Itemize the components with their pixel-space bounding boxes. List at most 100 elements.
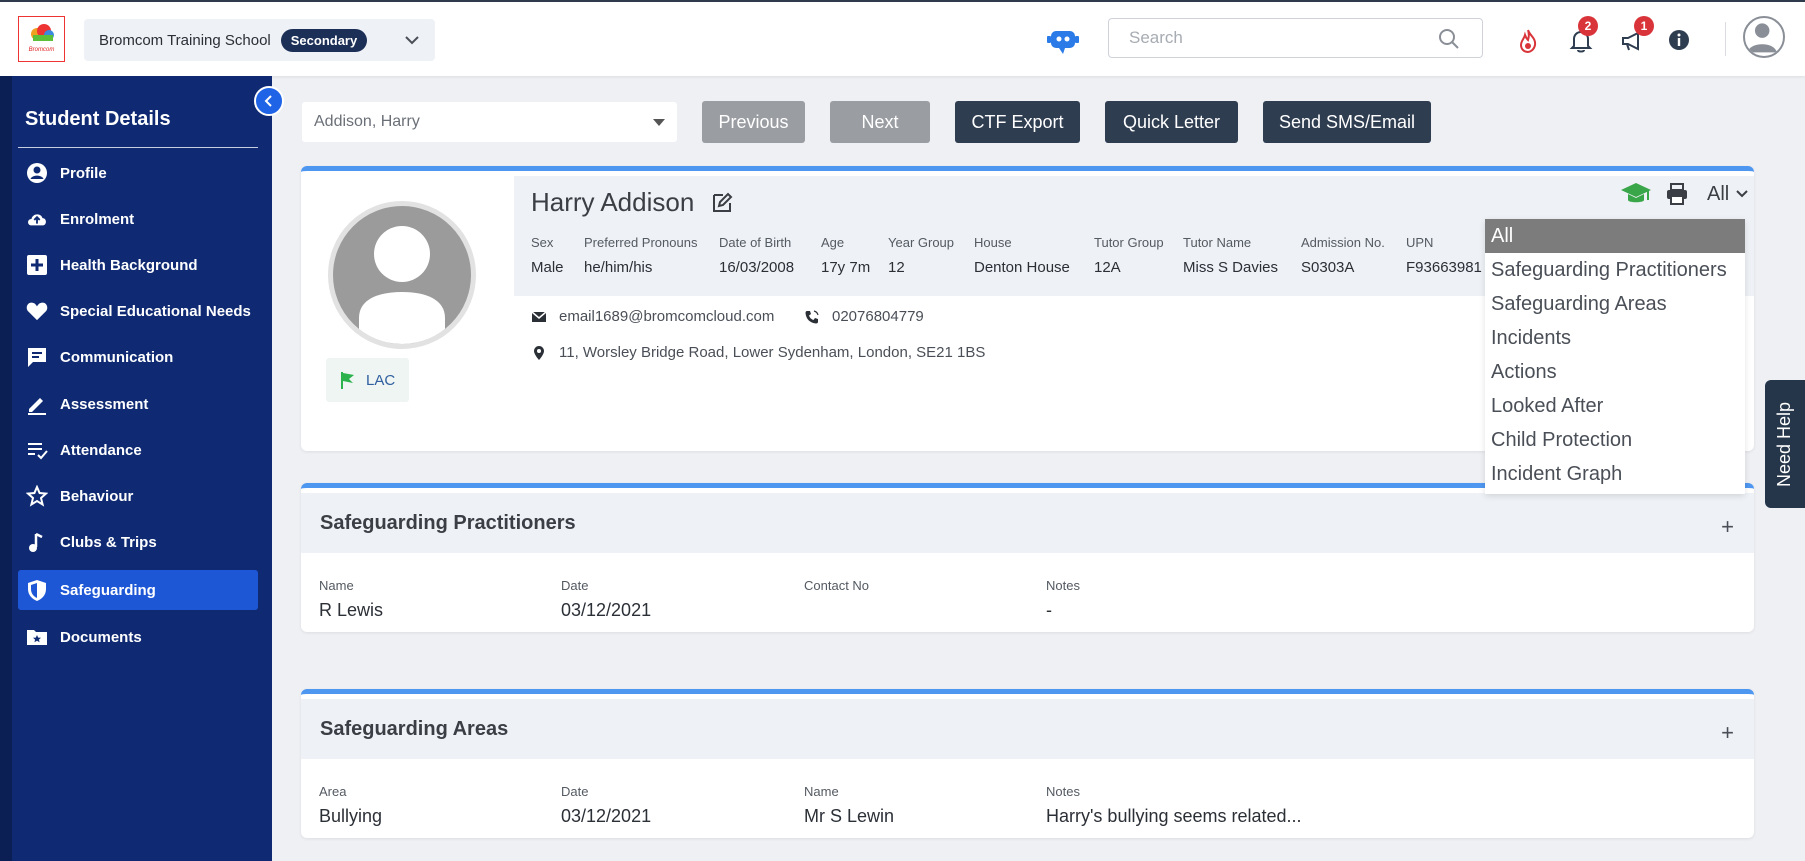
sidebar-item-label: Assessment (60, 395, 149, 413)
top-bar: Bromcom Bromcom Training School Secondar… (0, 0, 1805, 76)
chevron-down-icon[interactable] (403, 31, 421, 49)
folder-star-icon (26, 626, 48, 648)
sidebar-item-health-background[interactable]: Health Background (18, 245, 258, 285)
column-header: Area (319, 784, 347, 799)
bromcom-logo[interactable]: Bromcom (18, 16, 65, 62)
caret-down-icon (653, 119, 665, 126)
sidebar-item-attendance[interactable]: Attendance (18, 430, 258, 470)
search-icon[interactable] (1438, 28, 1460, 50)
section-header[interactable]: Safeguarding Areas + (301, 699, 1754, 759)
dropdown-option-incident-graph[interactable]: Incident Graph (1485, 457, 1745, 491)
student-phone: 02076804779 (832, 308, 924, 325)
field-age: Age 17y 7m (821, 235, 870, 276)
info-icon[interactable] (1667, 28, 1691, 52)
dropdown-option-actions[interactable]: Actions (1485, 355, 1745, 389)
music-note-icon (26, 531, 48, 553)
user-avatar[interactable] (1743, 16, 1785, 58)
sidebar-item-enrolment[interactable]: Enrolment (18, 199, 258, 239)
dropdown-option-incidents[interactable]: Incidents (1485, 321, 1745, 355)
cell-value: 03/12/2021 (561, 806, 652, 826)
email-contact[interactable]: email1689@bromcomcloud.com (531, 308, 774, 325)
profile-actions: All (1619, 181, 1749, 207)
phone-contact[interactable]: 02076804779 (804, 308, 924, 325)
search-input[interactable] (1109, 19, 1429, 57)
chatbot-icon[interactable] (1047, 27, 1079, 55)
school-selector[interactable]: Bromcom Training School Secondary (84, 19, 435, 61)
filter-dropdown-menu[interactable]: All Safeguarding Practitioners Safeguard… (1485, 219, 1745, 494)
medical-cross-icon (26, 254, 48, 276)
graduation-cap-icon[interactable] (1619, 181, 1653, 207)
field-label: UPN (1406, 235, 1434, 250)
cell-value: 03/12/2021 (561, 600, 652, 620)
cloud-upload-icon (26, 208, 48, 230)
flag-icon (341, 372, 354, 389)
chat-icon (26, 346, 48, 368)
notifications-badge: 2 (1578, 16, 1598, 36)
previous-button[interactable]: Previous (702, 101, 805, 143)
sidebar-item-label: Clubs & Trips (60, 533, 157, 551)
edit-icon[interactable] (711, 192, 733, 214)
cloud-logo-icon (31, 24, 54, 41)
sidebar-item-documents[interactable]: Documents (18, 617, 258, 657)
printer-icon[interactable] (1665, 182, 1689, 206)
chevron-down-icon[interactable] (1735, 187, 1749, 201)
star-icon (26, 485, 48, 507)
address-contact: 11, Worsley Bridge Road, Lower Sydenham,… (531, 344, 985, 361)
student-selector[interactable]: Addison, Harry (302, 102, 677, 142)
student-name: Harry Addison (531, 187, 695, 217)
field-sex: Sex Male (531, 235, 564, 276)
sidebar-item-special-educational-needs[interactable]: Special Educational Needs (18, 291, 258, 331)
sidebar-item-safeguarding[interactable]: Safeguarding (18, 570, 258, 610)
quick-letter-button[interactable]: Quick Letter (1105, 101, 1238, 143)
sidebar-item-behaviour[interactable]: Behaviour (18, 476, 258, 516)
column-header: Date (561, 784, 589, 799)
fire-icon[interactable] (1515, 28, 1541, 54)
area-date-col: Date 03/12/2021 (561, 784, 651, 827)
sidebar-item-label: Profile (60, 164, 107, 182)
section-title: Safeguarding Areas (320, 717, 509, 740)
dropdown-option-all[interactable]: All (1485, 219, 1745, 253)
sidebar-item-communication[interactable]: Communication (18, 337, 258, 377)
sidebar-item-clubs-trips[interactable]: Clubs & Trips (18, 522, 258, 562)
lac-flag[interactable]: LAC (326, 358, 409, 402)
dropdown-option-child-protection[interactable]: Child Protection (1485, 423, 1745, 457)
sidebar-item-assessment[interactable]: Assessment (18, 384, 258, 424)
expand-plus-icon[interactable]: + (1721, 514, 1734, 540)
practitioner-contact-col: Contact No (804, 578, 869, 600)
field-label: Date of Birth (719, 235, 792, 250)
view-filter-select[interactable]: All (1707, 183, 1729, 206)
expand-plus-icon[interactable]: + (1721, 720, 1734, 746)
sidebar-item-label: Behaviour (60, 487, 134, 505)
sidebar-item-label: Safeguarding (60, 581, 156, 599)
sidebar: Student Details Profile Enrolment Health… (0, 76, 272, 861)
sidebar-item-profile[interactable]: Profile (18, 153, 258, 193)
safeguarding-practitioners-section: Safeguarding Practitioners + Name R Lewi… (301, 483, 1754, 632)
student-address: 11, Worsley Bridge Road, Lower Sydenham,… (559, 344, 986, 361)
sidebar-item-label: Enrolment (60, 210, 135, 228)
school-type-badge: Secondary (280, 28, 368, 52)
divider (1725, 22, 1726, 56)
logo-text: Bromcom (28, 47, 55, 53)
section-header[interactable]: Safeguarding Practitioners + (301, 493, 1754, 553)
field-upn: UPN F93663981 (1406, 235, 1482, 276)
practitioner-date-col: Date 03/12/2021 (561, 578, 651, 621)
need-help-tab[interactable]: Need Help (1765, 380, 1805, 508)
dropdown-option-safeguarding-areas[interactable]: Safeguarding Areas (1485, 287, 1745, 321)
next-button[interactable]: Next (830, 101, 930, 143)
dropdown-option-safeguarding-practitioners[interactable]: Safeguarding Practitioners (1485, 253, 1745, 287)
column-header: Notes (1046, 578, 1080, 593)
field-admission-no: Admission No. S0303A (1301, 235, 1385, 276)
collapse-sidebar-button[interactable] (254, 86, 284, 116)
field-label: Preferred Pronouns (584, 235, 698, 250)
field-label: Tutor Group (1094, 235, 1164, 250)
sidebar-item-label: Attendance (60, 441, 142, 459)
field-value: 12 (888, 259, 905, 276)
ctf-export-button[interactable]: CTF Export (955, 101, 1080, 143)
student-selector-value: Addison, Harry (314, 113, 420, 130)
field-label: Admission No. (1301, 235, 1385, 250)
cell-value: Mr S Lewin (804, 806, 895, 826)
field-value: S0303A (1301, 259, 1355, 276)
search-box[interactable] (1108, 18, 1483, 58)
send-sms-email-button[interactable]: Send SMS/Email (1263, 101, 1431, 143)
dropdown-option-looked-after[interactable]: Looked After (1485, 389, 1745, 423)
